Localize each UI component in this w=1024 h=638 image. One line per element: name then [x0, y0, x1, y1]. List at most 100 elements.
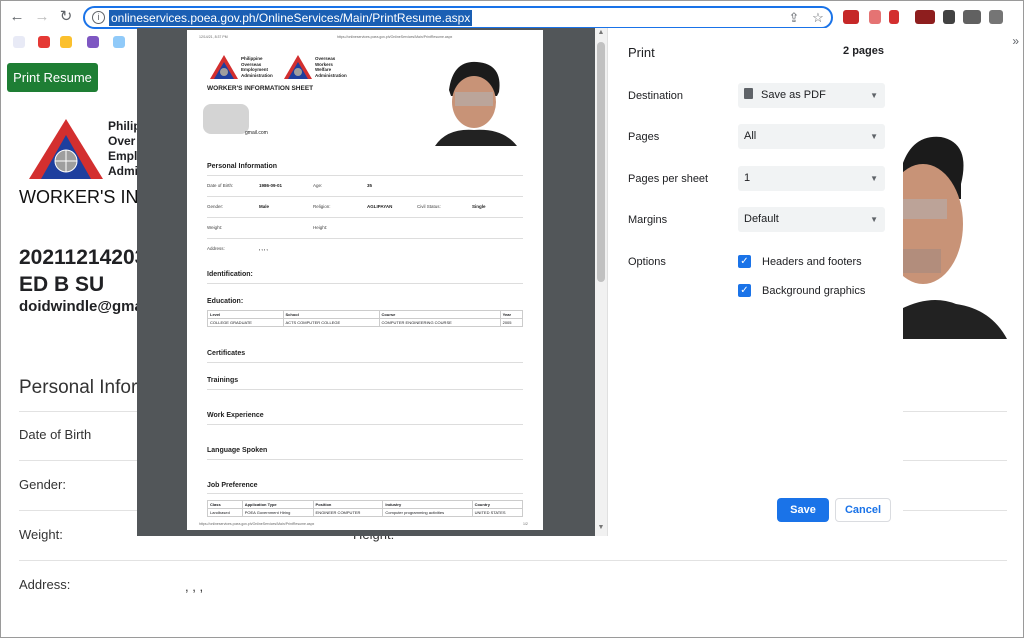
education-table: Level School Course Year COLLEGE GRADUAT…	[207, 310, 524, 327]
preview-label: Weight:	[207, 225, 223, 230]
preview-label: Date of Birth:	[207, 183, 234, 188]
scroll-up-icon[interactable]: ▲	[597, 29, 605, 36]
chevron-down-icon: ▼	[870, 174, 878, 183]
bookmark-icon[interactable]	[87, 36, 99, 48]
agency-line: Over	[108, 134, 136, 148]
row-label: Address:	[19, 577, 71, 592]
preview-header-url: https://onlineservices.poea.gov.ph/Onlin…	[337, 35, 453, 39]
agency-line: Philip	[108, 119, 138, 133]
table-header: Class	[207, 500, 243, 509]
reload-icon[interactable]: ↻	[56, 7, 76, 27]
preview-label: Address:	[207, 246, 225, 251]
preview-label: Civil Status:	[417, 204, 441, 209]
table-header: School	[282, 310, 380, 319]
destination-select[interactable]: Save as PDF ▼	[738, 83, 885, 108]
redacted-email-blur	[203, 104, 249, 134]
worker-name: ED B SU	[19, 273, 105, 296]
save-button[interactable]: Save	[777, 498, 829, 522]
url-text[interactable]: onlineservices.poea.gov.ph/OnlineService…	[109, 10, 473, 26]
divider	[207, 459, 523, 460]
margins-value: Default	[744, 213, 779, 225]
agency-name: Philip Over Empl Admi	[108, 119, 138, 179]
forward-icon[interactable]: →	[32, 7, 52, 27]
margins-select[interactable]: Default ▼	[738, 207, 885, 232]
destination-value: Save as PDF	[761, 89, 826, 101]
back-icon[interactable]: ←	[7, 7, 27, 27]
extension-icon[interactable]	[869, 10, 881, 24]
browser-window: ← → ↻ i onlineservices.poea.gov.ph/Onlin…	[0, 0, 1024, 638]
extension-icon[interactable]	[943, 10, 955, 24]
cancel-button[interactable]: Cancel	[835, 498, 891, 522]
owwa-logo-icon	[284, 55, 312, 79]
background-graphics-checkbox[interactable]: ✓	[738, 284, 751, 297]
table-cell: POEA Government Hiring	[241, 508, 314, 517]
pages-per-sheet-select[interactable]: 1 ▼	[738, 166, 885, 191]
extension-icon[interactable]	[889, 10, 899, 24]
preview-value: Single	[472, 204, 486, 209]
table-header: Country	[471, 500, 524, 509]
bookmark-icon[interactable]	[13, 36, 25, 48]
row-value: , , ,	[185, 579, 204, 594]
chevron-down-icon: ▼	[870, 91, 878, 100]
bookmark-icon[interactable]	[38, 36, 50, 48]
poea-logo-icon	[210, 55, 238, 79]
preview-value: 1986-09-01	[259, 183, 283, 188]
headers-footers-label[interactable]: Headers and footers	[762, 256, 862, 268]
preview-section-title: Trainings	[207, 377, 239, 384]
address-bar[interactable]: i onlineservices.poea.gov.ph/OnlineServi…	[83, 6, 833, 29]
table-header: Application Type	[241, 500, 314, 509]
pages-per-sheet-label: Pages per sheet	[628, 173, 709, 185]
preview-label: Religion:	[313, 204, 331, 209]
preview-section-title: Job Preference	[207, 482, 258, 489]
agency-line: Empl	[108, 149, 138, 163]
extension-icon[interactable]	[989, 10, 1003, 24]
preview-section-title: Personal Information	[207, 163, 278, 170]
table-row: COLLEGE GRADUATE ACTS COMPUTER COLLEGE C…	[207, 318, 524, 327]
preview-footer-page: 1/2	[523, 522, 528, 526]
logo-line: Employment	[241, 67, 269, 72]
extension-icon[interactable]	[963, 10, 981, 24]
preview-email: gmail.com	[245, 130, 268, 136]
table-header: Position	[312, 500, 384, 509]
preview-value: , , , ,	[259, 246, 268, 251]
margins-label: Margins	[628, 214, 668, 226]
divider	[207, 196, 523, 197]
extension-icon[interactable]	[843, 10, 859, 24]
destination-label: Destination	[628, 90, 684, 102]
chevron-down-icon: ▼	[870, 215, 878, 224]
preview-label: Height:	[313, 225, 328, 230]
pages-value: All	[744, 130, 757, 142]
preview-section-title: Language Spoken	[207, 447, 268, 454]
background-graphics-label[interactable]: Background graphics	[762, 285, 865, 297]
job-preference-table: Class Application Type Position Industry…	[207, 500, 524, 517]
table-header: Year	[499, 310, 524, 319]
print-resume-button[interactable]: Print Resume	[7, 63, 98, 92]
bookmark-star-icon[interactable]: ☆	[809, 9, 827, 27]
bookmarks-more-icon[interactable]: »	[1012, 34, 1019, 48]
divider	[207, 424, 523, 425]
preview-label: Gender:	[207, 204, 224, 209]
table-cell: COLLEGE GRADUATE	[207, 318, 284, 327]
poea-logo-icon	[29, 119, 103, 179]
share-icon[interactable]: ⇪	[785, 9, 803, 27]
bookmark-icon[interactable]	[113, 36, 125, 48]
preview-header-date: 12/14/21, 8:37 PM	[199, 35, 228, 39]
section-title: Personal Infor	[19, 377, 138, 398]
pages-select[interactable]: All ▼	[738, 124, 885, 149]
table-header: Industry	[382, 500, 473, 509]
scrollbar-thumb[interactable]	[597, 42, 605, 282]
divider	[19, 560, 1007, 561]
preview-logo-text: Overseas Workers Welfare Administration	[315, 56, 347, 78]
headers-footers-checkbox[interactable]: ✓	[738, 255, 751, 268]
site-info-icon[interactable]: i	[92, 11, 105, 24]
bookmark-icon[interactable]	[60, 36, 72, 48]
scroll-down-icon[interactable]: ▼	[597, 524, 605, 531]
preview-scrollbar[interactable]: ▲ ▼	[595, 28, 607, 536]
table-header-row: Class Application Type Position Industry…	[207, 500, 524, 509]
table-cell: UNITED STATES	[471, 508, 524, 517]
pages-label: Pages	[628, 131, 660, 143]
table-cell: Landbased	[207, 508, 243, 517]
table-row: Landbased POEA Government Hiring ENGINEE…	[207, 508, 524, 517]
extension-icon[interactable]	[915, 10, 935, 24]
reference-number: 20211214203	[19, 246, 147, 269]
